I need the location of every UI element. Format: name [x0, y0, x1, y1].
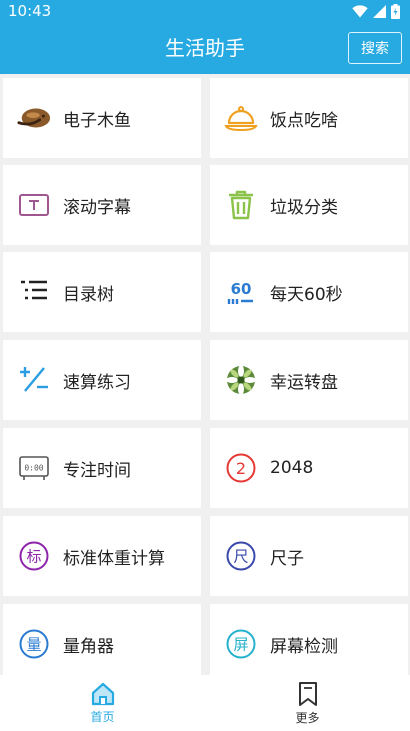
status-time: 10:43 — [8, 2, 52, 20]
tool-label: 滚动字幕 — [63, 197, 131, 218]
text-box-icon — [17, 188, 51, 222]
ruler-badge-icon-text: 尺 — [233, 548, 248, 566]
tool-card-scroll-text[interactable]: 滚动字幕 — [3, 165, 201, 245]
tool-card-weight[interactable]: 标 标准体重计算 — [3, 516, 201, 596]
screen-test-badge-icon: 屏 — [224, 627, 258, 661]
tool-card-lucky-wheel[interactable]: 幸运转盘 — [210, 340, 408, 420]
battery-icon — [391, 3, 400, 19]
bookmark-icon — [298, 681, 317, 706]
app-bar: 生活助手 搜索 — [0, 22, 410, 74]
tool-card-quick-math[interactable]: 速算练习 — [3, 340, 201, 420]
tool-label: 屏幕检测 — [270, 636, 338, 657]
search-button[interactable]: 搜索 — [348, 32, 402, 64]
protractor-badge-icon-text: 量 — [26, 636, 41, 654]
tool-label: 尺子 — [270, 548, 304, 569]
home-icon — [91, 682, 114, 705]
nav-home-label: 首页 — [90, 709, 115, 724]
weight-badge-icon: 标 — [17, 539, 51, 573]
weight-badge-icon-text: 标 — [26, 548, 41, 566]
tool-grid: 电子木鱼 饭点吃啥 滚动字幕 垃圾分类 目录树 60 每天60秒 速算练习 幸运… — [0, 74, 410, 675]
tool-card-2048[interactable]: 2 2048 — [210, 428, 408, 508]
tool-card-wooden-fish[interactable]: 电子木鱼 — [3, 78, 201, 158]
tool-label: 标准体重计算 — [63, 548, 165, 569]
nav-more[interactable]: 更多 — [205, 675, 410, 731]
tool-card-food[interactable]: 饭点吃啥 — [210, 78, 408, 158]
plus-minus-icon — [17, 363, 51, 397]
sixty-seconds-icon-text: 60 — [231, 280, 252, 298]
status-bar: 10:43 — [0, 0, 410, 22]
tool-label: 目录树 — [63, 284, 114, 305]
tool-label: 饭点吃啥 — [270, 110, 338, 131]
list-tree-icon — [17, 275, 51, 309]
tool-card-60s[interactable]: 60 每天60秒 — [210, 252, 408, 332]
sixty-seconds-icon: 60 — [224, 275, 258, 309]
signal-icon — [373, 4, 386, 18]
tool-card-focus-time[interactable]: 0:00 专注时间 — [3, 428, 201, 508]
tool-label: 2048 — [270, 458, 314, 478]
status-icons — [352, 3, 400, 19]
tool-label: 垃圾分类 — [270, 197, 338, 218]
lucky-wheel-icon — [224, 363, 258, 397]
clock-display-icon: 0:00 — [17, 451, 51, 485]
tool-card-garbage[interactable]: 垃圾分类 — [210, 165, 408, 245]
tool-card-dir-tree[interactable]: 目录树 — [3, 252, 201, 332]
nav-more-label: 更多 — [295, 710, 320, 725]
tool-card-protractor[interactable]: 量 量角器 — [3, 604, 201, 675]
tool-label: 幸运转盘 — [270, 372, 338, 393]
tool-label: 电子木鱼 — [63, 110, 131, 131]
ruler-badge-icon: 尺 — [224, 539, 258, 573]
tool-label: 专注时间 — [63, 460, 131, 481]
number-2-icon: 2 — [224, 451, 258, 485]
food-cloche-icon — [224, 101, 258, 135]
bottom-nav: 首页 更多 — [0, 675, 410, 731]
tool-label: 每天60秒 — [270, 284, 343, 305]
clock-display-icon-text: 0:00 — [24, 464, 43, 473]
trash-can-icon — [224, 188, 258, 222]
nav-home[interactable]: 首页 — [0, 675, 205, 731]
protractor-badge-icon: 量 — [17, 627, 51, 661]
tool-card-ruler[interactable]: 尺 尺子 — [210, 516, 408, 596]
number-2-icon-text: 2 — [236, 459, 246, 478]
wifi-icon — [352, 4, 368, 17]
screen-test-badge-icon-text: 屏 — [233, 636, 248, 654]
wooden-fish-icon — [17, 101, 51, 135]
tool-card-screen-test[interactable]: 屏 屏幕检测 — [210, 604, 408, 675]
tool-label: 量角器 — [63, 636, 114, 657]
tool-label: 速算练习 — [63, 372, 131, 393]
